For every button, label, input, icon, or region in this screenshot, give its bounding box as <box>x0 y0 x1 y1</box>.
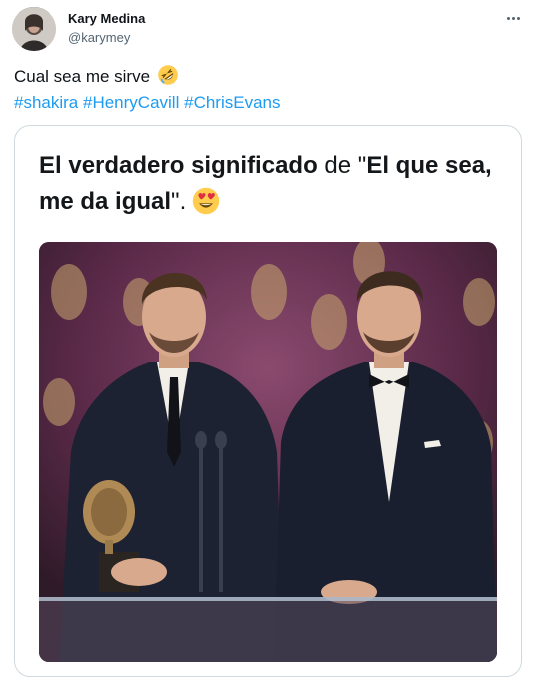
tweet: Kary Medina @karymey Cual sea me sirve #… <box>0 0 542 687</box>
more-dot <box>511 16 515 20</box>
avatar[interactable] <box>12 7 56 51</box>
tweet-body: Cual sea me sirve <box>14 67 151 86</box>
hashtag-henrycavill[interactable]: #HenryCavill <box>83 93 179 112</box>
tweet-text: Cual sea me sirve #shakira #HenryCavill … <box>14 64 280 116</box>
award-ceremony-photo-icon <box>39 242 497 662</box>
display-name[interactable]: Kary Medina <box>68 11 145 26</box>
meme-caption-normal-1: de " <box>317 152 367 179</box>
hashtag-shakira[interactable]: #shakira <box>14 93 78 112</box>
user-handle[interactable]: @karymey <box>68 30 130 45</box>
meme-photo[interactable] <box>39 242 497 662</box>
more-options-button[interactable] <box>500 8 526 28</box>
hashtag-chrisevans[interactable]: #ChrisEvans <box>184 93 280 112</box>
tweet-text-line-1: Cual sea me sirve <box>14 64 280 90</box>
more-dot <box>516 16 520 20</box>
rolling-on-floor-laughing-emoji-icon <box>158 65 178 85</box>
profile-photo-icon <box>12 7 56 51</box>
tweet-hashtags: #shakira #HenryCavill #ChrisEvans <box>14 90 280 116</box>
heart-eyes-emoji-icon <box>193 187 220 215</box>
more-dots-icon <box>506 16 510 20</box>
meme-caption: El verdadero significado de "El que sea,… <box>39 148 499 220</box>
meme-caption-bold-1: El verdadero significado <box>39 152 318 179</box>
media-card[interactable]: El verdadero significado de "El que sea,… <box>14 125 522 677</box>
meme-caption-normal-2: ". <box>171 188 187 215</box>
